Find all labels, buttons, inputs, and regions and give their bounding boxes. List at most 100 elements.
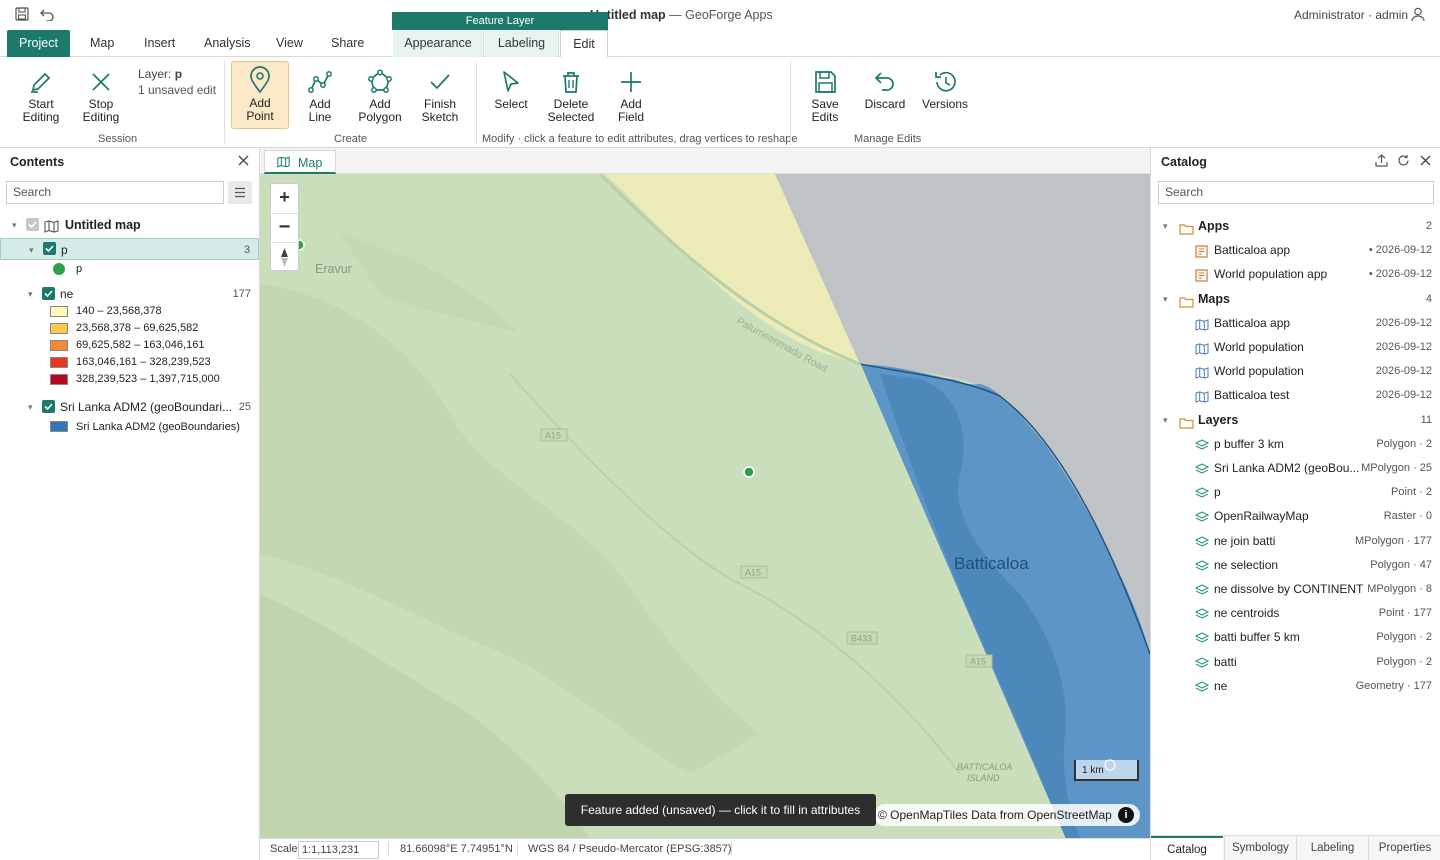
save-edits-button[interactable]: Save Edits [796, 65, 854, 131]
layer-adm2-label: Sri Lanka ADM2 (geoBoundari... [60, 400, 233, 414]
map-visibility-checkbox[interactable] [26, 218, 39, 231]
tab-labeling-panel[interactable]: Labeling [1296, 836, 1368, 860]
catalog-item[interactable]: batti Polygon · 2 [1151, 651, 1440, 673]
map-icon [44, 218, 59, 240]
layer-row-p[interactable]: ▾ p 3 [0, 238, 259, 260]
layer-ne-label: ne [60, 287, 74, 301]
catalog-item-label: Batticaloa app [1214, 243, 1291, 258]
tab-project[interactable]: Project [7, 30, 70, 57]
catalog-search-input[interactable]: Search [1158, 181, 1434, 204]
catalog-item-label: batti [1214, 654, 1237, 669]
layer-row-ne[interactable]: ▾ ne 177 [0, 283, 259, 305]
catalog-item-label: World population [1214, 340, 1304, 354]
tab-labeling[interactable]: Labeling [485, 30, 559, 57]
layer-row-adm2[interactable]: ▾ Sri Lanka ADM2 (geoBoundari... 25 [0, 396, 259, 418]
undo-icon[interactable] [40, 7, 55, 24]
catalog-item[interactable]: World population app • 2026-09-12 [1151, 263, 1440, 285]
catalog-item-meta: Point · 177 [1378, 607, 1432, 620]
add-line-button[interactable]: Add Line [291, 65, 349, 131]
scale-bar: 1 km [1074, 760, 1139, 781]
contents-search-input[interactable]: Search [6, 181, 224, 204]
catalog-item-meta: MPolygon · 177 [1354, 534, 1432, 547]
delete-selected-button[interactable]: Delete Selected [542, 65, 600, 131]
crs-label[interactable]: WGS 84 / Pseudo-Mercator (EPSG:3857) [528, 843, 732, 855]
layer-adm2-checkbox[interactable] [42, 400, 55, 413]
refresh-icon[interactable] [1397, 154, 1410, 170]
catalog-folder-apps[interactable]: ▾ Apps 2 [1151, 215, 1440, 237]
map-canvas[interactable]: Eravur Batticaloa Palumeenmadu Road A15 … [260, 174, 1150, 838]
map-view[interactable]: Map Eravur Batticaloa Palumeenmadu Road … [260, 148, 1150, 860]
tab-share[interactable]: Share [331, 30, 364, 57]
contents-menu-button[interactable] [228, 181, 252, 204]
tab-insert[interactable]: Insert [144, 30, 175, 57]
close-icon[interactable] [1420, 155, 1431, 169]
add-field-button[interactable]: Add Field [602, 65, 660, 131]
tab-symbology[interactable]: Symbology [1224, 836, 1296, 860]
tab-appearance[interactable]: Appearance [393, 30, 484, 57]
start-editing-button[interactable]: Start Editing [12, 65, 70, 131]
catalog-item[interactable]: ne join batti MPolygon · 177 [1151, 530, 1440, 552]
user-label[interactable]: Administrator · admin [1294, 8, 1408, 22]
zoom-in-button[interactable]: + [270, 183, 299, 212]
catalog-folder-layers[interactable]: ▾ Layers 11 [1151, 409, 1440, 431]
info-icon[interactable]: i [1118, 807, 1134, 823]
catalog-item[interactable]: Batticaloa app 2026-09-12 [1151, 312, 1440, 334]
hamburger-icon [235, 187, 245, 198]
tab-map-view[interactable]: Map [264, 150, 336, 174]
catalog-item[interactable]: p buffer 3 km Polygon · 2 [1151, 433, 1440, 455]
tab-properties[interactable]: Properties [1368, 836, 1440, 860]
catalog-item[interactable]: Batticaloa test 2026-09-12 [1151, 384, 1440, 406]
catalog-item[interactable]: ne centroids Point · 177 [1151, 602, 1440, 624]
scale-input[interactable]: 1:1,113,231 [298, 841, 379, 859]
layer-ne-checkbox[interactable] [42, 287, 55, 300]
tab-analysis[interactable]: Analysis [204, 30, 251, 57]
catalog-item[interactable]: Sri Lanka ADM2 (geoBou... MPolygon · 25 [1151, 457, 1440, 479]
map-root-label: Untitled map [65, 218, 141, 232]
catalog-item[interactable]: ne selection Polygon · 47 [1151, 554, 1440, 576]
close-icon[interactable] [238, 155, 249, 169]
cursor-arrow-icon [503, 71, 519, 92]
versions-button[interactable]: Versions [916, 65, 974, 131]
catalog-item[interactable]: Batticaloa app • 2026-09-12 [1151, 239, 1440, 261]
catalog-item[interactable]: ne Geometry · 177 [1151, 675, 1440, 697]
tab-view[interactable]: View [276, 30, 303, 57]
ne-legend-class: 163,046,161 – 328,239,523 [0, 354, 259, 371]
catalog-item[interactable]: batti buffer 5 km Polygon · 2 [1151, 626, 1440, 648]
zoom-out-button[interactable]: − [270, 213, 299, 242]
scale-label: Scale [270, 843, 298, 855]
layer-p-checkbox[interactable] [43, 242, 56, 255]
select-button[interactable]: Select [482, 65, 540, 131]
catalog-item-meta: Polygon · 2 [1376, 437, 1432, 450]
map-root-row[interactable]: ▾ Untitled map [0, 214, 259, 236]
add-polygon-button[interactable]: Add Polygon [351, 65, 409, 131]
stop-editing-label: Stop Editing [82, 97, 120, 124]
layer-stack-icon [1194, 509, 1210, 531]
upload-icon[interactable] [1375, 154, 1388, 170]
catalog-item[interactable]: World population 2026-09-12 [1151, 336, 1440, 358]
feature-added-toast[interactable]: Feature added (unsaved) — click it to fi… [565, 794, 876, 826]
attribution-openmaptiles[interactable]: © OpenMapTiles [878, 808, 968, 822]
attribution-osm[interactable]: OpenStreetMap [1027, 808, 1112, 822]
catalog-item[interactable]: ne dissolve by CONTINENT MPolygon · 8 [1151, 578, 1440, 600]
svg-text:B433: B433 [851, 634, 872, 644]
tab-map[interactable]: Map [90, 30, 114, 57]
legend-p: p [0, 258, 259, 280]
tab-edit[interactable]: Edit [560, 30, 608, 58]
compass-button[interactable] [270, 242, 299, 271]
class-swatch [50, 306, 68, 317]
save-icon[interactable] [15, 7, 29, 24]
class-label: 69,625,582 – 163,046,161 [76, 339, 205, 351]
add-point-button[interactable]: Add Point [231, 61, 289, 129]
discard-button[interactable]: Discard [856, 65, 914, 131]
catalog-item[interactable]: OpenRailwayMap Raster · 0 [1151, 505, 1440, 527]
catalog-item[interactable]: p Point · 2 [1151, 481, 1440, 503]
catalog-folder-maps[interactable]: ▾ Maps 4 [1151, 288, 1440, 310]
finish-sketch-button[interactable]: Finish Sketch [411, 65, 469, 131]
catalog-item-meta: Point · 2 [1391, 486, 1432, 499]
user-icon[interactable] [1411, 7, 1425, 25]
catalog-item-label: p buffer 3 km [1214, 436, 1284, 451]
tab-catalog[interactable]: Catalog [1151, 836, 1223, 860]
catalog-item[interactable]: World population 2026-09-12 [1151, 360, 1440, 382]
stop-editing-button[interactable]: Stop Editing [72, 65, 130, 131]
pencil-icon [31, 72, 51, 93]
